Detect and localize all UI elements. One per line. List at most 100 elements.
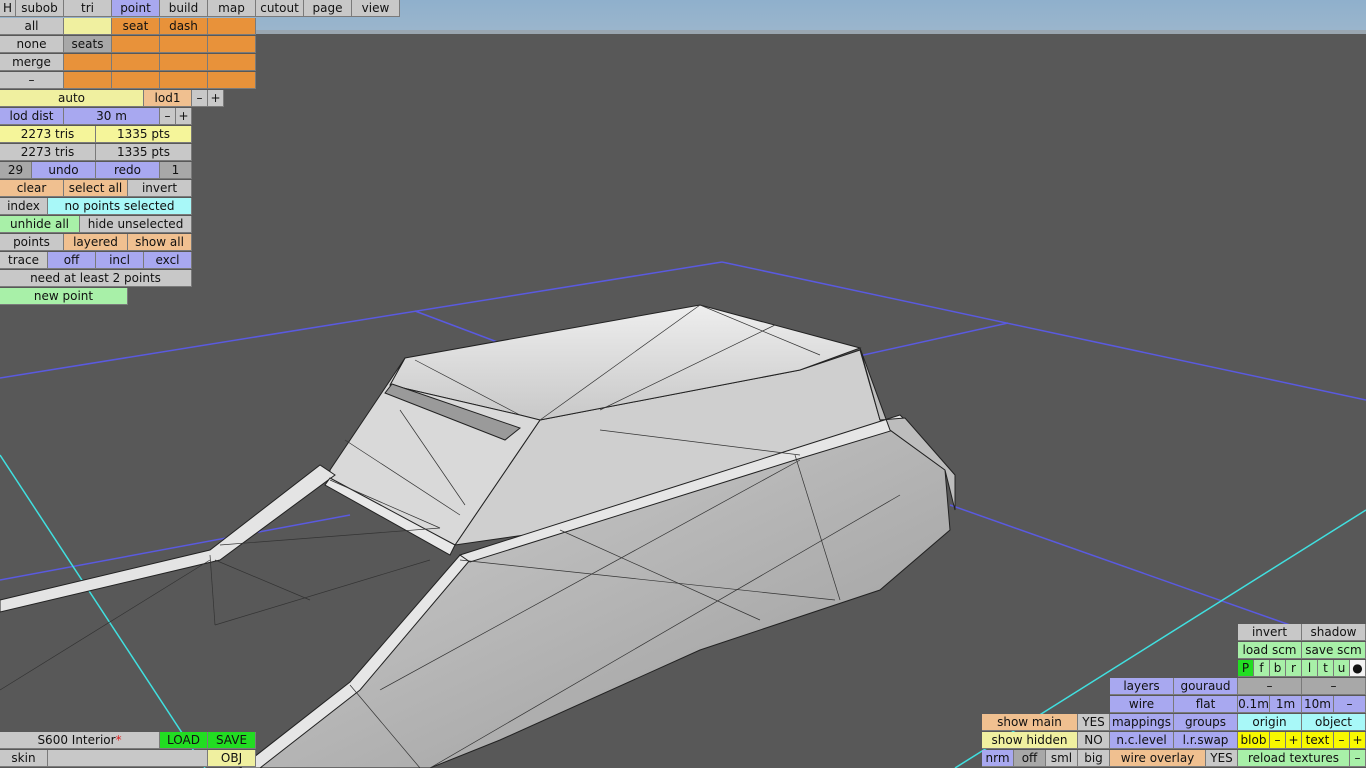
dot-icon[interactable]: ● bbox=[1350, 660, 1366, 677]
wire-overlay-button[interactable]: wire overlay bbox=[1110, 750, 1206, 767]
3d-viewport[interactable] bbox=[0, 0, 1366, 768]
all-button[interactable]: all bbox=[0, 18, 64, 35]
wire-button[interactable]: wire bbox=[1110, 696, 1174, 713]
layered-button[interactable]: layered bbox=[64, 234, 128, 251]
tab-subob[interactable]: subob bbox=[16, 0, 64, 17]
trace-off-button[interactable]: off bbox=[48, 252, 96, 269]
view-b-button[interactable]: b bbox=[1270, 660, 1286, 677]
hide-unselected-button[interactable]: hide unselected bbox=[80, 216, 192, 233]
blob-plus-button[interactable]: + bbox=[1286, 732, 1302, 749]
grid-cell-empty[interactable] bbox=[64, 18, 112, 35]
grid-cell-empty[interactable] bbox=[112, 72, 160, 89]
lod-dist-value[interactable]: 30 m bbox=[64, 108, 160, 125]
tab-map[interactable]: map bbox=[208, 0, 256, 17]
load-button[interactable]: LOAD bbox=[160, 732, 208, 749]
text-minus-button[interactable]: – bbox=[1334, 732, 1350, 749]
size-off-button[interactable]: off bbox=[1014, 750, 1046, 767]
lod-plus-button[interactable]: + bbox=[208, 90, 224, 107]
trace-incl-button[interactable]: incl bbox=[96, 252, 144, 269]
nc-level-button[interactable]: n.c.level bbox=[1110, 732, 1174, 749]
clear-button[interactable]: clear bbox=[0, 180, 64, 197]
view-f-button[interactable]: f bbox=[1254, 660, 1270, 677]
grid-cell-empty[interactable] bbox=[64, 54, 112, 71]
load-scm-button[interactable]: load scm bbox=[1238, 642, 1302, 659]
trace-excl-button[interactable]: excl bbox=[144, 252, 192, 269]
dash-button[interactable]: dash bbox=[160, 18, 208, 35]
grid-cell-empty[interactable] bbox=[208, 18, 256, 35]
origin-button[interactable]: origin bbox=[1238, 714, 1302, 731]
tab-point[interactable]: point bbox=[112, 0, 160, 17]
view-r-button[interactable]: r bbox=[1286, 660, 1302, 677]
grid-cell-empty[interactable] bbox=[160, 72, 208, 89]
view-t-button[interactable]: t bbox=[1318, 660, 1334, 677]
save-button[interactable]: SAVE bbox=[208, 732, 256, 749]
lod-dist-plus-button[interactable]: + bbox=[176, 108, 192, 125]
grid-cell-empty[interactable] bbox=[208, 54, 256, 71]
grid-cell-empty[interactable] bbox=[208, 36, 256, 53]
grid-1m-button[interactable]: 1m bbox=[1270, 696, 1302, 713]
points-button[interactable]: points bbox=[0, 234, 64, 251]
flat-button[interactable]: flat bbox=[1174, 696, 1238, 713]
text-plus-button[interactable]: + bbox=[1350, 732, 1366, 749]
undo-button[interactable]: undo bbox=[32, 162, 96, 179]
grid-01m-button[interactable]: 0.1m bbox=[1238, 696, 1270, 713]
grid-minus-button[interactable]: – bbox=[1334, 696, 1366, 713]
skin-field[interactable] bbox=[48, 750, 208, 767]
show-all-button[interactable]: show all bbox=[128, 234, 192, 251]
select-all-button[interactable]: select all bbox=[64, 180, 128, 197]
lod-dist-minus-button[interactable]: – bbox=[160, 108, 176, 125]
blob-button[interactable]: blob bbox=[1238, 732, 1270, 749]
index-button[interactable]: index bbox=[0, 198, 48, 215]
show-hidden-value[interactable]: NO bbox=[1078, 732, 1110, 749]
grid-cell-empty[interactable] bbox=[112, 36, 160, 53]
show-main-button[interactable]: show main bbox=[982, 714, 1078, 731]
object-button[interactable]: object bbox=[1302, 714, 1366, 731]
seats-button[interactable]: seats bbox=[64, 36, 112, 53]
seat-button[interactable]: seat bbox=[112, 18, 160, 35]
dash-button-1[interactable]: – bbox=[1238, 678, 1302, 695]
lod1-button[interactable]: lod1 bbox=[144, 90, 192, 107]
h-button[interactable]: H bbox=[0, 0, 16, 17]
view-u-button[interactable]: u bbox=[1334, 660, 1350, 677]
show-main-value[interactable]: YES bbox=[1078, 714, 1110, 731]
grid-cell-empty[interactable] bbox=[160, 36, 208, 53]
shadow-button[interactable]: shadow bbox=[1302, 624, 1366, 641]
groups-button[interactable]: groups bbox=[1174, 714, 1238, 731]
unhide-all-button[interactable]: unhide all bbox=[0, 216, 80, 233]
lr-swap-button[interactable]: l.r.swap bbox=[1174, 732, 1238, 749]
lod-minus-button[interactable]: – bbox=[192, 90, 208, 107]
big-button[interactable]: big bbox=[1078, 750, 1110, 767]
blob-minus-button[interactable]: – bbox=[1270, 732, 1286, 749]
invert-button[interactable]: invert bbox=[1238, 624, 1302, 641]
layers-button[interactable]: layers bbox=[1110, 678, 1174, 695]
reload-minus-button[interactable]: – bbox=[1350, 750, 1366, 767]
nrm-button[interactable]: nrm bbox=[982, 750, 1014, 767]
sml-button[interactable]: sml bbox=[1046, 750, 1078, 767]
view-p-button[interactable]: P bbox=[1238, 660, 1254, 677]
tab-cutout[interactable]: cutout bbox=[256, 0, 304, 17]
skin-button[interactable]: skin bbox=[0, 750, 48, 767]
dash-button-2[interactable]: – bbox=[1302, 678, 1366, 695]
grid-cell-empty[interactable] bbox=[112, 54, 160, 71]
wire-overlay-value[interactable]: YES bbox=[1206, 750, 1238, 767]
tab-tri[interactable]: tri bbox=[64, 0, 112, 17]
tab-page[interactable]: page bbox=[304, 0, 352, 17]
tab-build[interactable]: build bbox=[160, 0, 208, 17]
none-button[interactable]: none bbox=[0, 36, 64, 53]
grid-10m-button[interactable]: 10m bbox=[1302, 696, 1334, 713]
grid-cell-empty[interactable] bbox=[64, 72, 112, 89]
dash-row-button[interactable]: – bbox=[0, 72, 64, 89]
grid-cell-empty[interactable] bbox=[160, 54, 208, 71]
reload-textures-button[interactable]: reload textures bbox=[1238, 750, 1350, 767]
trace-button[interactable]: trace bbox=[0, 252, 48, 269]
invert-selection-button[interactable]: invert bbox=[128, 180, 192, 197]
view-l-button[interactable]: l bbox=[1302, 660, 1318, 677]
redo-button[interactable]: redo bbox=[96, 162, 160, 179]
mappings-button[interactable]: mappings bbox=[1110, 714, 1174, 731]
save-scm-button[interactable]: save scm bbox=[1302, 642, 1366, 659]
show-hidden-button[interactable]: show hidden bbox=[982, 732, 1078, 749]
grid-cell-empty[interactable] bbox=[208, 72, 256, 89]
obj-button[interactable]: OBJ bbox=[208, 750, 256, 767]
new-point-button[interactable]: new point bbox=[0, 288, 128, 305]
text-button[interactable]: text bbox=[1302, 732, 1334, 749]
